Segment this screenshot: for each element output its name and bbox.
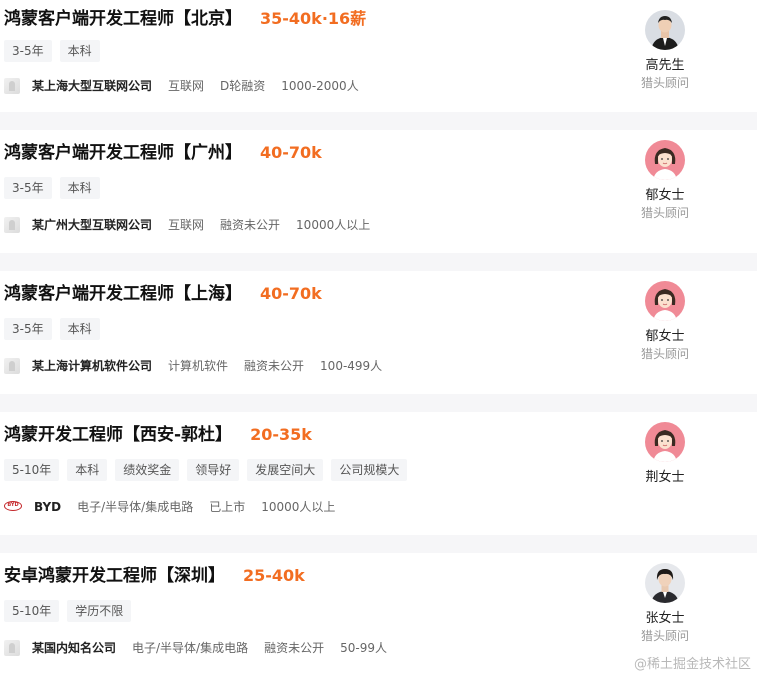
divider [0, 112, 757, 130]
job-tags: 3-5年 本科 [4, 318, 108, 340]
hunter-name: 郁女士 [645, 188, 685, 203]
job-tag: 本科 [59, 318, 100, 340]
company-name[interactable]: 某上海计算机软件公司 [32, 357, 152, 374]
avatar[interactable] [645, 281, 685, 321]
company-info: 某上海大型互联网公司 互联网 D轮融资 1000-2000人 [4, 77, 375, 94]
job-salary: 20-35k [250, 425, 312, 444]
headhunter[interactable]: 郁女士 猎头顾问 [626, 281, 704, 362]
job-tag: 绩效奖金 [115, 459, 180, 481]
job-tag: 本科 [59, 40, 100, 62]
job-tag: 5-10年 [4, 600, 60, 622]
avatar[interactable] [645, 563, 685, 603]
job-tag: 3-5年 [4, 177, 52, 199]
job-tag: 本科 [59, 177, 100, 199]
job-title[interactable]: 鸿蒙客户端开发工程师【北京】 [4, 4, 242, 29]
headhunter[interactable]: 高先生 猎头顾问 [626, 10, 704, 91]
company-name[interactable]: BYD [34, 500, 61, 514]
company-name[interactable]: 某国内知名公司 [32, 639, 116, 656]
company-info: BYD BYD 电子/半导体/集成电路 已上市 10000人以上 [4, 498, 351, 515]
byd-logo-icon: BYD [4, 500, 24, 513]
company-industry: 电子/半导体/集成电路 [132, 641, 249, 655]
company-industry: 计算机软件 [168, 359, 229, 373]
headhunter[interactable]: 郁女士 猎头顾问 [626, 140, 704, 221]
hunter-name: 张女士 [645, 611, 685, 626]
company-info: 某国内知名公司 电子/半导体/集成电路 融资未公开 50-99人 [4, 639, 403, 656]
avatar[interactable] [645, 10, 685, 50]
job-tag: 5-10年 [4, 459, 60, 481]
watermark: @稀土掘金技术社区 [633, 657, 751, 672]
hunter-role: 猎头顾问 [640, 347, 689, 361]
hunter-role: 猎头顾问 [640, 206, 689, 220]
job-tag: 领导好 [187, 459, 240, 481]
company-name[interactable]: 某上海大型互联网公司 [32, 77, 152, 94]
job-tags: 5-10年 学历不限 [4, 600, 139, 622]
divider [0, 394, 757, 412]
job-tag: 本科 [67, 459, 108, 481]
hunter-role: 猎头顾问 [640, 629, 689, 643]
job-title[interactable]: 鸿蒙开发工程师【西安-郭杜】 [4, 420, 232, 445]
job-title[interactable]: 安卓鸿蒙开发工程师【深圳】 [4, 561, 225, 586]
company-logo [4, 216, 20, 233]
company-funding: 融资未公开 [244, 359, 305, 373]
company-logo [4, 77, 20, 94]
company-size: 10000人以上 [261, 500, 336, 514]
hunter-role: 猎头顾问 [640, 76, 689, 90]
avatar[interactable] [645, 422, 685, 462]
company-name[interactable]: 某广州大型互联网公司 [32, 216, 152, 233]
job-title[interactable]: 鸿蒙客户端开发工程师【上海】 [4, 279, 242, 304]
job-tag: 3-5年 [4, 318, 52, 340]
job-card[interactable]: 鸿蒙客户端开发工程师【上海】 40-70k 3-5年 本科 某上海计算机软件公司… [0, 271, 757, 394]
company-funding: 已上市 [209, 500, 246, 514]
company-industry: 电子/半导体/集成电路 [77, 500, 194, 514]
hunter-name: 郁女士 [645, 329, 685, 344]
company-size: 10000人以上 [296, 218, 371, 232]
divider [0, 253, 757, 271]
hunter-name: 荆女士 [645, 470, 685, 485]
job-tag: 3-5年 [4, 40, 52, 62]
company-size: 50-99人 [340, 641, 387, 655]
job-card[interactable]: 鸿蒙客户端开发工程师【北京】 35-40k·16薪 3-5年 本科 某上海大型互… [0, 0, 757, 112]
headhunter[interactable]: 荆女士 [626, 422, 704, 485]
job-tags: 3-5年 本科 [4, 40, 108, 62]
job-tags: 3-5年 本科 [4, 177, 108, 199]
byd-logo-text: BYD [4, 500, 22, 511]
company-logo [4, 357, 20, 374]
headhunter[interactable]: 张女士 猎头顾问 [626, 563, 704, 644]
job-card[interactable]: 鸿蒙开发工程师【西安-郭杜】 20-35k 5-10年 本科 绩效奖金 领导好 … [0, 412, 757, 535]
job-tag: 公司规模大 [331, 459, 408, 481]
company-funding: D轮融资 [220, 79, 266, 93]
job-tag: 发展空间大 [247, 459, 324, 481]
job-title[interactable]: 鸿蒙客户端开发工程师【广州】 [4, 138, 242, 163]
company-funding: 融资未公开 [264, 641, 325, 655]
job-salary: 40-70k [260, 143, 322, 162]
job-salary: 25-40k [243, 566, 305, 585]
company-funding: 融资未公开 [220, 218, 281, 232]
divider [0, 535, 757, 553]
company-size: 1000-2000人 [281, 79, 359, 93]
company-size: 100-499人 [320, 359, 383, 373]
company-logo [4, 639, 20, 656]
company-info: 某上海计算机软件公司 计算机软件 融资未公开 100-499人 [4, 357, 398, 374]
job-card[interactable]: 鸿蒙客户端开发工程师【广州】 40-70k 3-5年 本科 某广州大型互联网公司… [0, 130, 757, 253]
avatar[interactable] [645, 140, 685, 180]
company-info: 某广州大型互联网公司 互联网 融资未公开 10000人以上 [4, 216, 386, 233]
job-salary: 40-70k [260, 284, 322, 303]
company-industry: 互联网 [168, 79, 205, 93]
company-industry: 互联网 [168, 218, 205, 232]
hunter-name: 高先生 [645, 58, 685, 73]
job-tag: 学历不限 [67, 600, 132, 622]
job-tags: 5-10年 本科 绩效奖金 领导好 发展空间大 公司规模大 [4, 459, 415, 481]
job-salary: 35-40k·16薪 [260, 9, 367, 28]
